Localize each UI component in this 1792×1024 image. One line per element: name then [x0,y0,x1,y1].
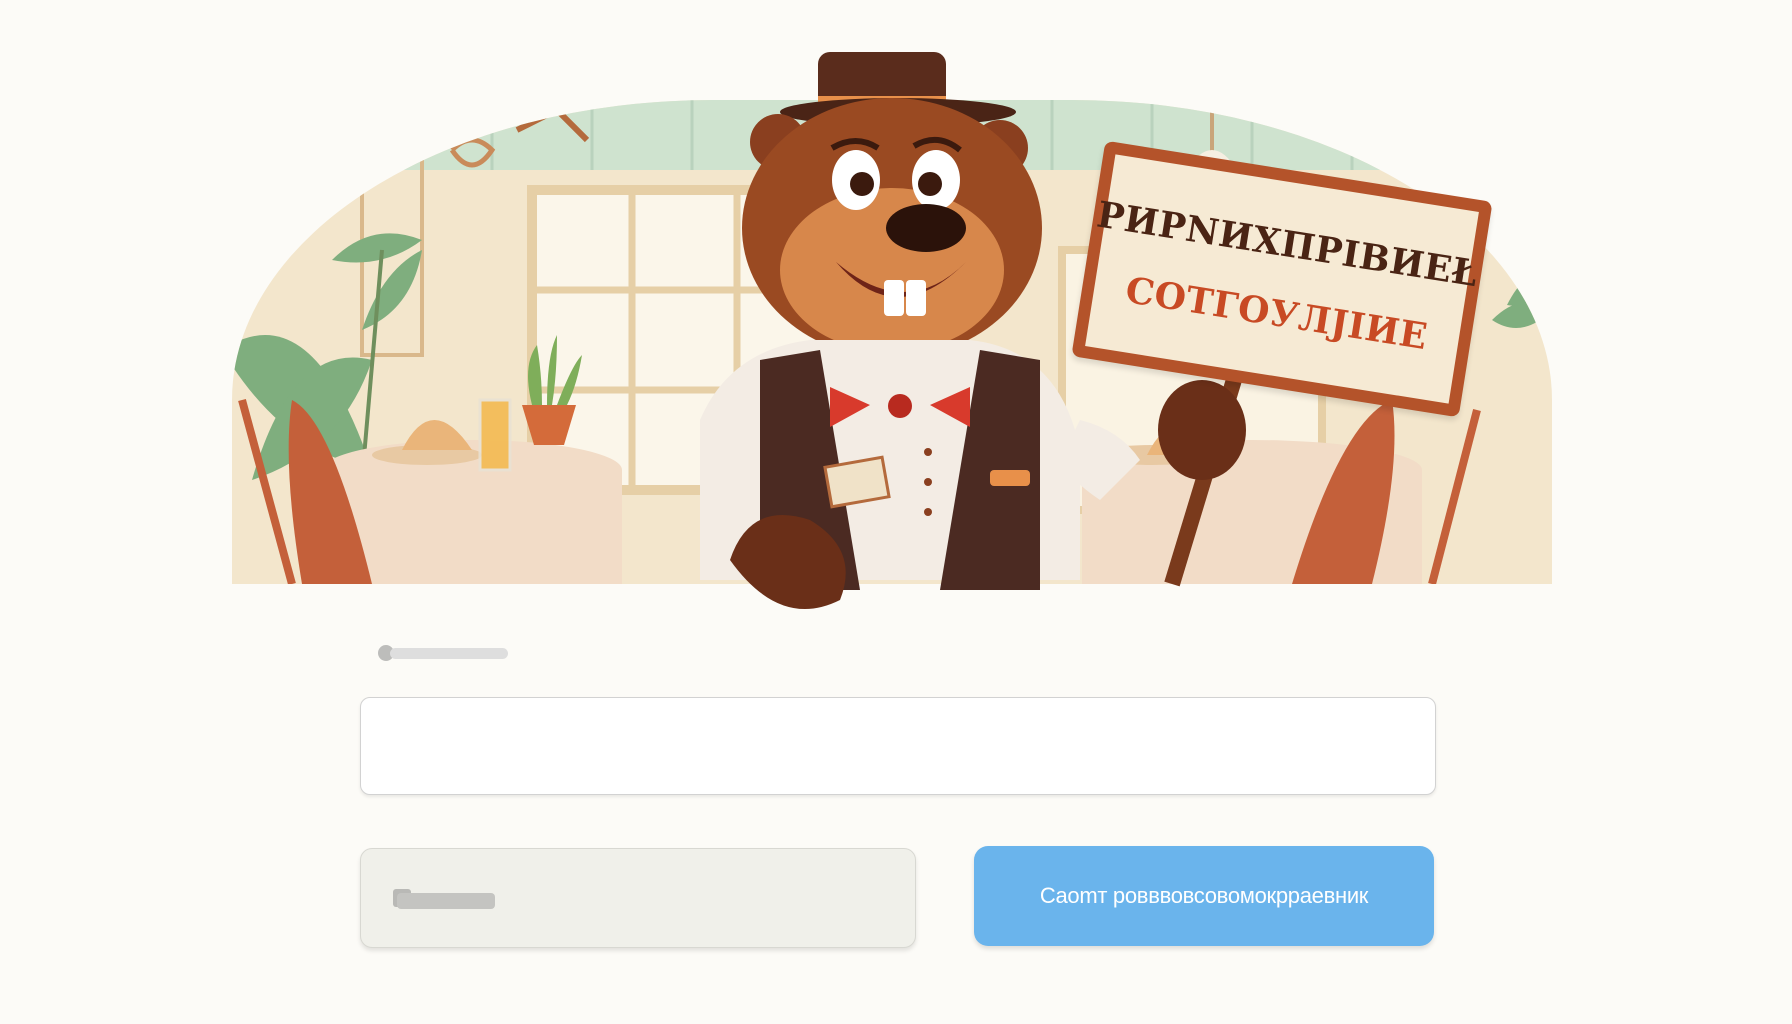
label-bar [390,647,508,659]
placeholder-label-bar [397,893,495,909]
secondary-button[interactable] [360,848,916,948]
text-input-field[interactable] [360,697,1436,795]
primary-button[interactable]: Сaomт poвввовсовомокрраевник [974,846,1434,946]
field-label-placeholder [378,645,512,661]
sign-line-2: COTГOУЛJIИE [1122,268,1431,359]
